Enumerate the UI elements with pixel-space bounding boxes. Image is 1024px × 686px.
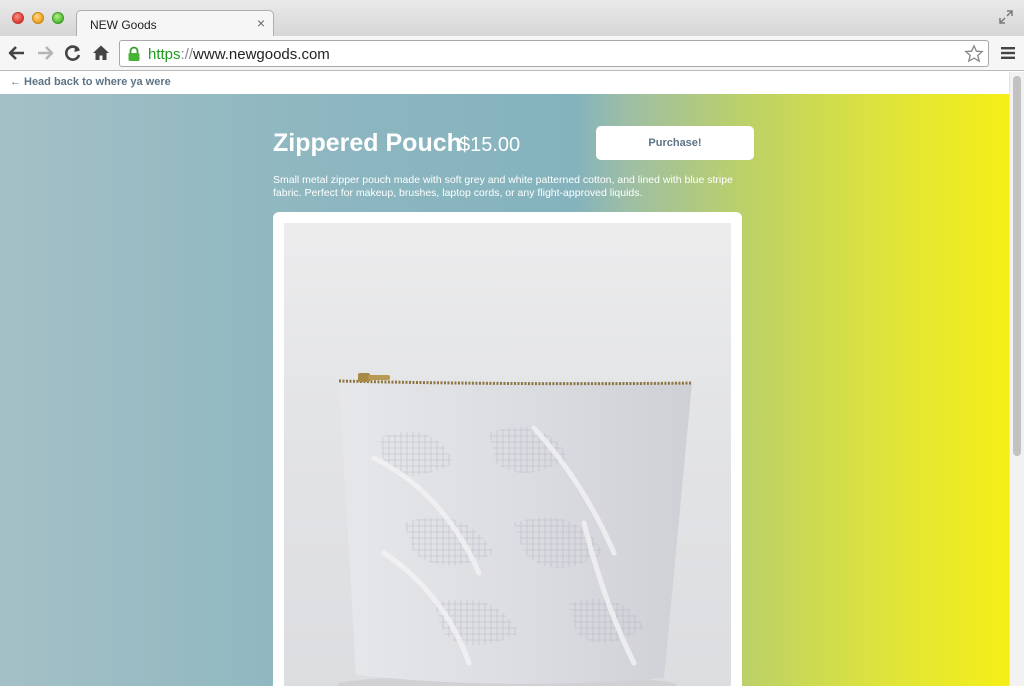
url-separator: :// — [180, 46, 194, 63]
pouch-illustration — [337, 373, 693, 686]
page-scrollbar[interactable] — [1009, 72, 1024, 686]
back-link[interactable]: ← Head back to where ya were — [10, 76, 171, 88]
product-hero: Zippered Pouch $15.00 Purchase! Small me… — [0, 94, 1009, 686]
product-price: $15.00 — [459, 134, 521, 156]
url-text[interactable]: https://www.newgoods.com — [148, 46, 330, 63]
window-zoom-button[interactable] — [52, 12, 64, 24]
back-arrow-icon[interactable] — [7, 43, 27, 63]
back-link-arrow-icon: ← — [10, 76, 21, 88]
fullscreen-icon[interactable] — [998, 9, 1014, 25]
reload-icon[interactable] — [63, 43, 83, 63]
url-host: www.newgoods.com — [193, 46, 330, 63]
window-minimize-button[interactable] — [32, 12, 44, 24]
product-description: Small metal zipper pouch made with soft … — [273, 174, 733, 199]
window-close-button[interactable] — [12, 12, 24, 24]
product-title: Zippered Pouch — [273, 129, 462, 157]
tab-close-button[interactable]: × — [257, 15, 265, 31]
title-bar: NEW Goods × — [0, 0, 1024, 37]
product-photo[interactable] — [284, 223, 731, 686]
menu-icon[interactable] — [1001, 46, 1015, 60]
product-photo-card — [273, 212, 742, 686]
purchase-button[interactable]: Purchase! — [596, 126, 754, 160]
back-link-label: Head back to where ya were — [24, 76, 171, 88]
home-icon[interactable] — [91, 43, 111, 63]
browser-toolbar: https://www.newgoods.com — [0, 36, 1024, 71]
back-bar: ← Head back to where ya were — [0, 72, 1009, 94]
scrollbar-thumb[interactable] — [1013, 76, 1021, 456]
browser-tab[interactable]: NEW Goods × — [76, 10, 274, 37]
lock-icon — [128, 46, 140, 61]
star-icon[interactable] — [964, 44, 984, 64]
url-scheme: https — [148, 46, 181, 63]
tab-title: NEW Goods — [90, 18, 157, 32]
forward-arrow-icon[interactable] — [35, 43, 55, 63]
address-bar[interactable]: https://www.newgoods.com — [119, 40, 989, 67]
page-viewport: ← Head back to where ya were Zippered Pou… — [0, 72, 1009, 686]
